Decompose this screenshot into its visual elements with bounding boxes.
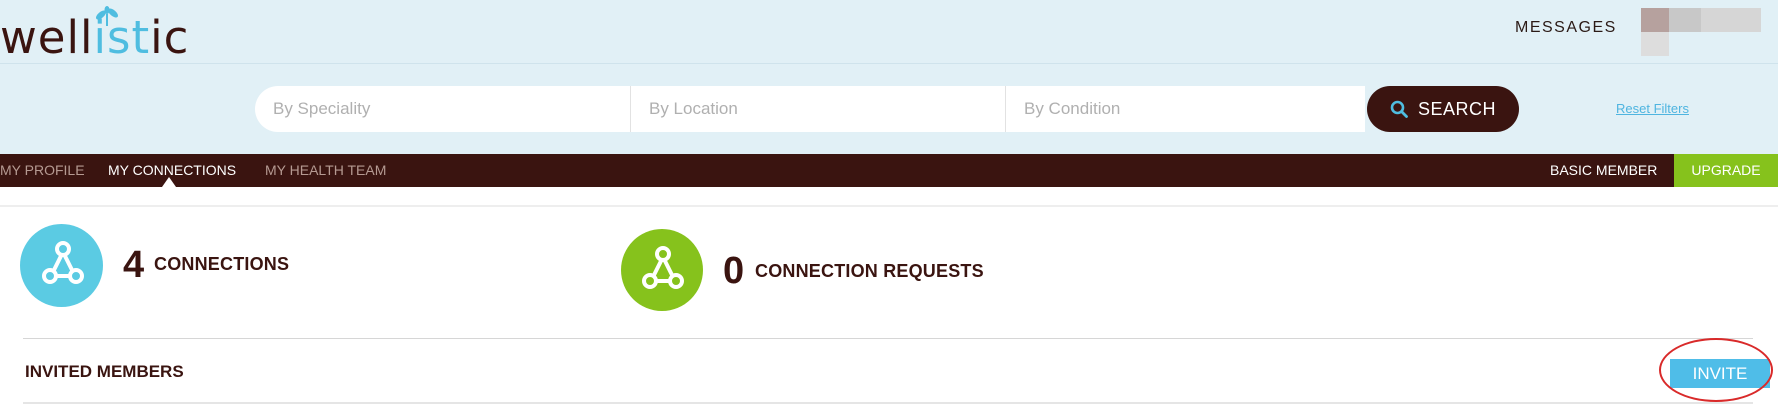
search-button-label: SEARCH	[1417, 98, 1496, 119]
active-tab-caret	[162, 177, 176, 187]
location-input[interactable]	[631, 86, 1006, 132]
network-icon	[642, 246, 684, 289]
nav-my-profile[interactable]: MY PROFILE	[0, 154, 85, 187]
network-icon	[42, 241, 84, 284]
logo-wordmark: wellistic	[0, 11, 190, 64]
section-divider	[0, 205, 1778, 207]
nav-my-health-team[interactable]: MY HEALTH TEAM	[265, 154, 386, 187]
search-icon	[1390, 100, 1408, 118]
bottom-divider	[23, 402, 1753, 404]
user-avatar[interactable]	[1641, 8, 1761, 56]
reset-filters-link[interactable]: Reset Filters	[1616, 101, 1689, 116]
speciality-input[interactable]	[255, 86, 631, 132]
messages-link[interactable]: MESSAGES	[1515, 19, 1617, 37]
connection-requests-label[interactable]: CONNECTION REQUESTS	[755, 261, 984, 282]
search-bar-row: SEARCH Reset Filters	[0, 64, 1778, 154]
connections-label[interactable]: CONNECTIONS	[154, 254, 289, 275]
membership-status: BASIC MEMBER	[1550, 162, 1658, 178]
search-box	[255, 86, 1365, 132]
connection-requests-icon	[621, 229, 703, 311]
connection-requests-count: 0	[723, 250, 745, 292]
top-header: wellistic MESSAGES	[0, 0, 1778, 64]
connections-count: 4	[123, 244, 145, 286]
invited-members-heading: INVITED MEMBERS	[25, 362, 184, 381]
main-nav: MY PROFILE MY CONNECTIONS MY HEALTH TEAM…	[0, 154, 1778, 187]
highlight-ring	[1659, 338, 1773, 402]
condition-input[interactable]	[1006, 86, 1365, 132]
search-button[interactable]: SEARCH	[1367, 86, 1519, 132]
connections-icon	[20, 224, 103, 307]
upgrade-button[interactable]: UPGRADE	[1674, 154, 1778, 187]
invited-divider	[23, 338, 1753, 339]
